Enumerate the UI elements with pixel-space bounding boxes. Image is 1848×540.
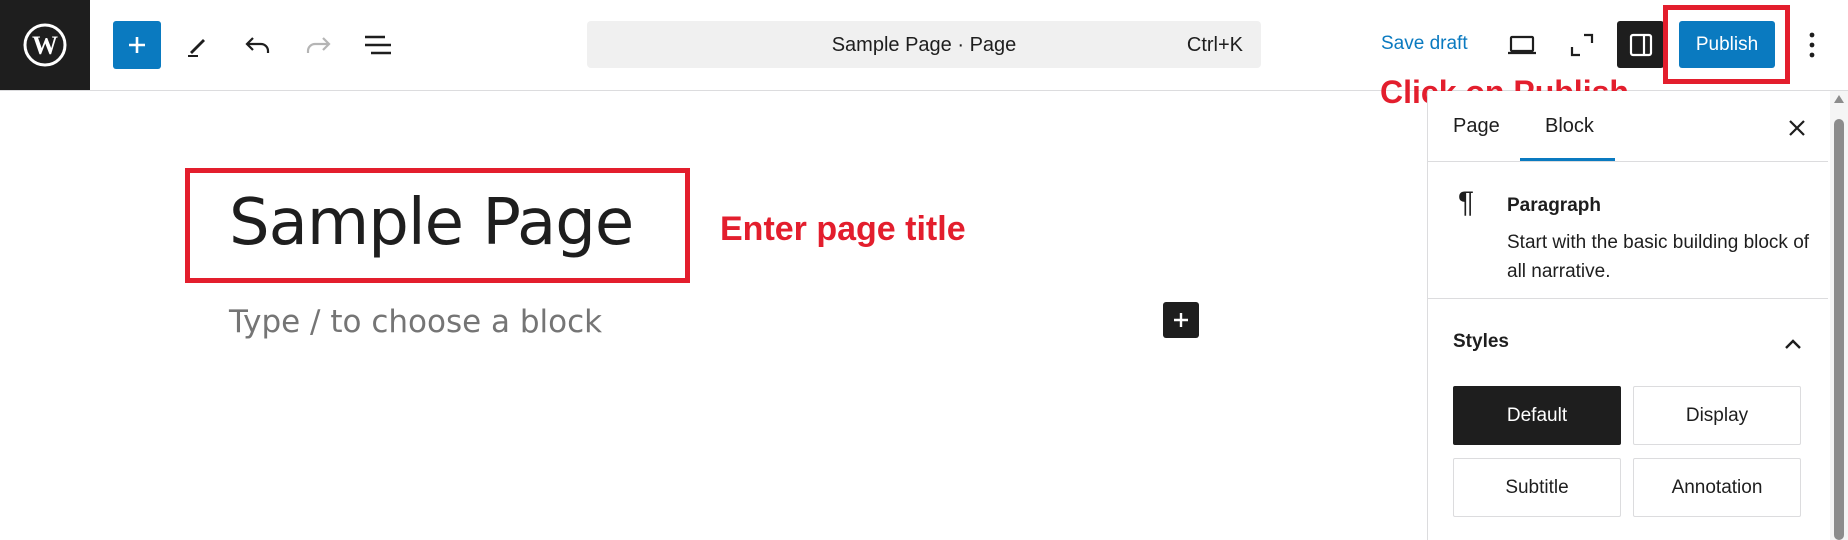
chevron-up-icon: [1785, 339, 1801, 349]
style-subtitle[interactable]: Subtitle: [1453, 458, 1621, 517]
block-placeholder[interactable]: Type / to choose a block: [229, 304, 602, 340]
settings-sidebar-toggle[interactable]: [1617, 21, 1664, 68]
scroll-thumb[interactable]: [1834, 119, 1844, 540]
undo-icon: [245, 37, 270, 53]
document-overview-button[interactable]: [354, 21, 402, 69]
redo-icon: [306, 37, 331, 53]
list-view-icon: [365, 35, 391, 55]
keyboard-shortcut: Ctrl+K: [1186, 34, 1243, 56]
styles-collapse-toggle[interactable]: [1778, 329, 1808, 359]
page-title-input[interactable]: Sample Page: [229, 186, 634, 260]
svg-text:W: W: [32, 31, 58, 60]
wordpress-icon: W: [23, 23, 67, 67]
close-icon: [1789, 120, 1805, 136]
options-menu-button[interactable]: [1797, 21, 1827, 69]
add-block-button[interactable]: [113, 21, 161, 69]
expand-icon: [1570, 33, 1594, 57]
tab-page[interactable]: Page: [1453, 115, 1500, 138]
tab-block[interactable]: Block: [1545, 115, 1594, 138]
block-description: Start with the basic building block of a…: [1507, 232, 1810, 282]
wordpress-logo[interactable]: W: [0, 0, 90, 90]
settings-sidebar: Page Block ¶ Paragraph Start with the ba…: [1427, 91, 1828, 540]
scroll-up-arrow[interactable]: [1834, 95, 1844, 103]
title-annotation: Enter page title: [720, 210, 966, 248]
undo-button[interactable]: [234, 21, 282, 69]
sidebar-tabs: Page Block: [1428, 91, 1828, 162]
plus-icon: [129, 37, 145, 53]
redo-button[interactable]: [294, 21, 342, 69]
block-name: Paragraph: [1507, 195, 1601, 216]
sidebar-icon: [1629, 33, 1652, 56]
desktop-preview-icon: [1508, 35, 1536, 55]
close-sidebar-button[interactable]: [1782, 113, 1812, 143]
paragraph-icon: ¶: [1458, 186, 1475, 219]
save-draft-button[interactable]: Save draft: [1381, 33, 1468, 55]
style-annotation[interactable]: Annotation: [1633, 458, 1801, 517]
style-default[interactable]: Default: [1453, 386, 1621, 445]
fullscreen-button[interactable]: [1558, 21, 1606, 69]
command-palette-bar[interactable]: Sample Page · Page Ctrl+K: [587, 21, 1261, 68]
more-vertical-icon: [1809, 32, 1815, 58]
styles-panel-heading[interactable]: Styles: [1453, 331, 1509, 353]
plus-icon: [1174, 313, 1188, 327]
inline-add-block-button[interactable]: [1163, 302, 1199, 338]
preview-button[interactable]: [1498, 21, 1546, 69]
style-display[interactable]: Display: [1633, 386, 1801, 445]
document-title: Sample Page · Page: [831, 34, 1017, 56]
block-card: ¶ Paragraph Start with the basic buildin…: [1428, 162, 1828, 299]
tools-button[interactable]: [173, 21, 221, 69]
publish-highlight-box: [1663, 5, 1790, 84]
active-tab-indicator: [1520, 158, 1615, 161]
pencil-icon: [188, 39, 205, 57]
sidebar-scrollbar[interactable]: [1830, 91, 1848, 540]
